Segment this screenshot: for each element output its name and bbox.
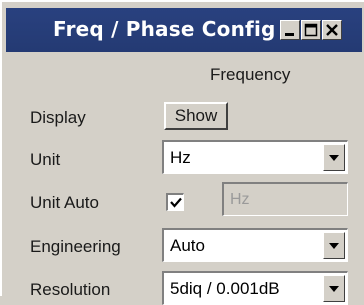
close-icon <box>326 24 338 36</box>
unit-auto-field: Hz <box>222 182 348 216</box>
engineering-select-value: Auto <box>170 236 205 255</box>
unit-label: Unit <box>30 150 61 169</box>
minimize-icon <box>285 33 294 36</box>
resolution-select-value: 5diq / 0.001dB <box>170 279 280 298</box>
resolution-select[interactable]: 5diq / 0.001dB <box>162 271 348 305</box>
chevron-down-icon <box>329 285 339 292</box>
engineering-dropdown-button[interactable] <box>323 232 345 259</box>
maximize-button[interactable] <box>301 20 321 40</box>
maximize-icon <box>304 23 318 37</box>
unit-dropdown-button[interactable] <box>323 144 345 171</box>
resolution-dropdown-button[interactable] <box>323 275 345 302</box>
show-button-label: Show <box>174 106 218 125</box>
unit-select[interactable]: Hz <box>162 140 348 174</box>
checkmark-icon <box>169 197 182 208</box>
resolution-label: Resolution <box>30 280 111 299</box>
engineering-label: Engineering <box>30 237 121 256</box>
config-panel: Frequency Display Show Unit Hz Unit Auto… <box>6 52 362 305</box>
frequency-column-header: Frequency <box>210 65 291 84</box>
title-bar[interactable]: Freq / Phase Config <box>6 8 362 52</box>
display-label: Display <box>30 108 86 127</box>
chevron-down-icon <box>329 242 339 249</box>
window-title: Freq / Phase Config <box>53 17 276 41</box>
show-button[interactable]: Show <box>164 102 228 130</box>
unit-auto-checkbox[interactable] <box>166 193 184 211</box>
unit-select-value: Hz <box>170 148 191 167</box>
freq-phase-config-window: Freq / Phase Config Frequency Display Sh… <box>0 0 364 305</box>
close-button[interactable] <box>322 20 342 40</box>
minimize-button[interactable] <box>280 20 300 40</box>
engineering-select[interactable]: Auto <box>162 228 348 262</box>
unit-auto-field-value: Hz <box>230 191 250 208</box>
chevron-down-icon <box>329 154 339 161</box>
unit-auto-label: Unit Auto <box>30 193 99 212</box>
